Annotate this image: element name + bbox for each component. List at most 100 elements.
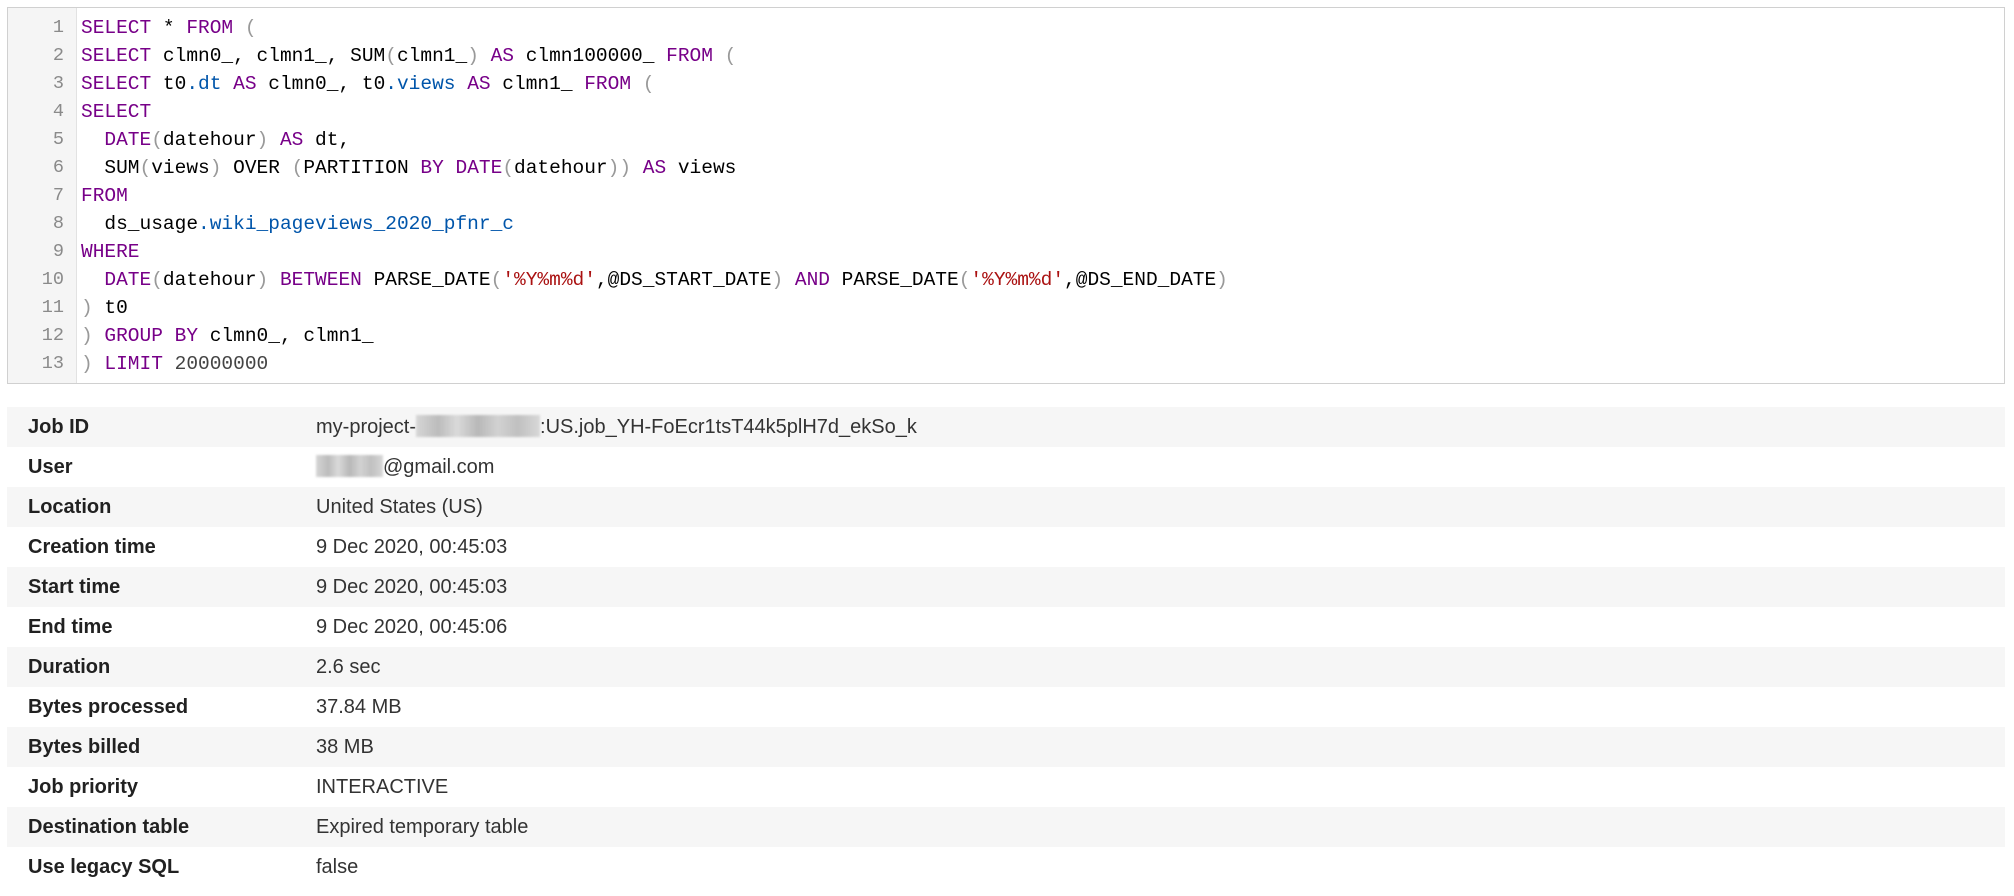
job-id-label: Job ID [28, 416, 90, 438]
code-token: AS [279, 129, 304, 151]
line-number: 12 [41, 325, 64, 346]
start-time-value: 9 Dec 2020, 00:45:03 [316, 576, 508, 598]
code-text: ) t0 [81, 294, 128, 322]
code-token: FROM [584, 73, 632, 95]
user-email-domain: @gmail.com [383, 456, 495, 478]
code-token: ) [256, 269, 269, 291]
code-token: ( [642, 73, 655, 95]
bytes-billed-label: Bytes billed [28, 736, 141, 758]
job-information-table: Job ID my-project-:US.job_YH-FoEcr1tsT44… [7, 407, 2005, 887]
start-time-label: Start time [28, 576, 121, 598]
code-line: 3 SELECT t0.dt AS clmn0_, t0.views AS clm… [8, 70, 2004, 98]
code-token: ( [139, 157, 152, 179]
job-priority-label: Job priority [28, 776, 139, 798]
code-token: ( [244, 17, 257, 39]
use-legacy-sql-label: Use legacy SQL [28, 856, 180, 878]
code-token: ,@DS_END_DATE [1064, 269, 1217, 291]
end-time-value: 9 Dec 2020, 00:45:06 [316, 616, 508, 638]
line-number: 6 [52, 157, 64, 178]
line-number: 11 [41, 297, 64, 318]
code-token: AND [794, 269, 830, 291]
detail-row-destination-table: Destination table Expired temporary tabl… [7, 807, 2005, 847]
code-token: FROM [81, 185, 128, 207]
code-token: ( [490, 269, 503, 291]
line-number: 8 [52, 213, 64, 234]
code-line: 6 SUM(views) OVER (PARTITION BY DATE(dat… [8, 154, 2004, 182]
code-token: WHERE [81, 241, 140, 263]
detail-row-use-legacy-sql: Use legacy SQL false [7, 847, 2005, 887]
line-number: 3 [52, 73, 64, 94]
line-number: 10 [41, 269, 64, 290]
code-token: SUM [81, 157, 140, 179]
code-token: AS [233, 73, 257, 95]
code-text: FROM [81, 182, 128, 210]
code-token: ) [81, 353, 93, 375]
user-label: User [28, 456, 73, 478]
line-number: 2 [52, 45, 64, 66]
code-line: 8 ds_usage.wiki_pageviews_2020_pfnr_c [8, 210, 2004, 238]
detail-row-bytes-billed: Bytes billed 38 MB [7, 727, 2005, 767]
line-number: 13 [41, 353, 64, 374]
detail-row-job-id: Job ID my-project-:US.job_YH-FoEcr1tsT44… [7, 407, 2005, 447]
detail-row-bytes-processed: Bytes processed 37.84 MB [7, 687, 2005, 727]
detail-row-job-priority: Job priority INTERACTIVE [7, 767, 2005, 807]
code-token: ds_usage [81, 213, 199, 235]
redacted-username [316, 455, 383, 478]
code-token: '%Y%m%d' [970, 269, 1065, 291]
line-number: 4 [52, 101, 64, 122]
detail-row-duration: Duration 2.6 sec [7, 647, 2005, 687]
code-token: SELECT [81, 17, 152, 39]
code-token: GROUP [104, 325, 163, 347]
code-line: 13) LIMIT 20000000 [8, 350, 2004, 378]
code-token: .dt [186, 73, 222, 95]
code-text: ) GROUP BY clmn0_, clmn1_ [81, 322, 374, 350]
job-id-prefix: my-project- [316, 416, 417, 438]
code-token: t0 [92, 297, 128, 319]
destination-table-value: Expired temporary table [316, 816, 529, 838]
code-token: 20000000 [174, 353, 269, 375]
code-token: t0 [151, 73, 187, 95]
line-number: 7 [52, 185, 64, 206]
code-token: ) [1216, 269, 1228, 291]
location-label: Location [28, 496, 112, 518]
code-token: PARSE_DATE [829, 269, 959, 291]
code-token: clmn100000_ [514, 45, 667, 67]
code-line: 7 FROM [8, 182, 2004, 210]
code-token: ( [151, 269, 163, 291]
code-token: SELECT [81, 73, 152, 95]
code-token: BY [174, 325, 199, 347]
sql-query-editor[interactable]: 1 SELECT * FROM (2 SELECT clmn0_, clmn1_, … [7, 7, 2005, 384]
detail-row-start-time: Start time 9 Dec 2020, 00:45:03 [7, 567, 2005, 607]
code-token: ) [256, 129, 269, 151]
code-text: WHERE [81, 238, 140, 266]
redacted-project-id [416, 415, 541, 438]
code-line: 4 SELECT [8, 98, 2004, 126]
code-token: ,@DS_START_DATE [595, 269, 772, 291]
code-token: clmn1_ [490, 73, 585, 95]
detail-row-user: User @gmail.com [7, 447, 2005, 487]
code-text: ds_usage.wiki_pageviews_2020_pfnr_c [81, 210, 514, 238]
code-text: DATE(datehour) AS dt, [81, 126, 350, 154]
code-token: ) [209, 157, 222, 179]
code-token: AS [490, 45, 514, 67]
code-token: views [151, 157, 210, 179]
duration-value: 2.6 sec [316, 656, 381, 678]
code-lines: 1 SELECT * FROM (2 SELECT clmn0_, clmn1_, … [8, 14, 2004, 378]
code-token: datehour [514, 157, 608, 179]
code-token: clmn0_, clmn1_, SUM [151, 45, 386, 67]
code-text: SELECT t0.dt AS clmn0_, t0.views AS clmn… [81, 70, 654, 98]
creation-time-label: Creation time [28, 536, 156, 558]
code-token: BETWEEN [279, 269, 362, 291]
code-text: SELECT clmn0_, clmn1_, SUM(clmn1_) AS cl… [81, 42, 736, 70]
code-token: '%Y%m%d' [502, 269, 596, 291]
code-token: FROM [666, 45, 713, 67]
